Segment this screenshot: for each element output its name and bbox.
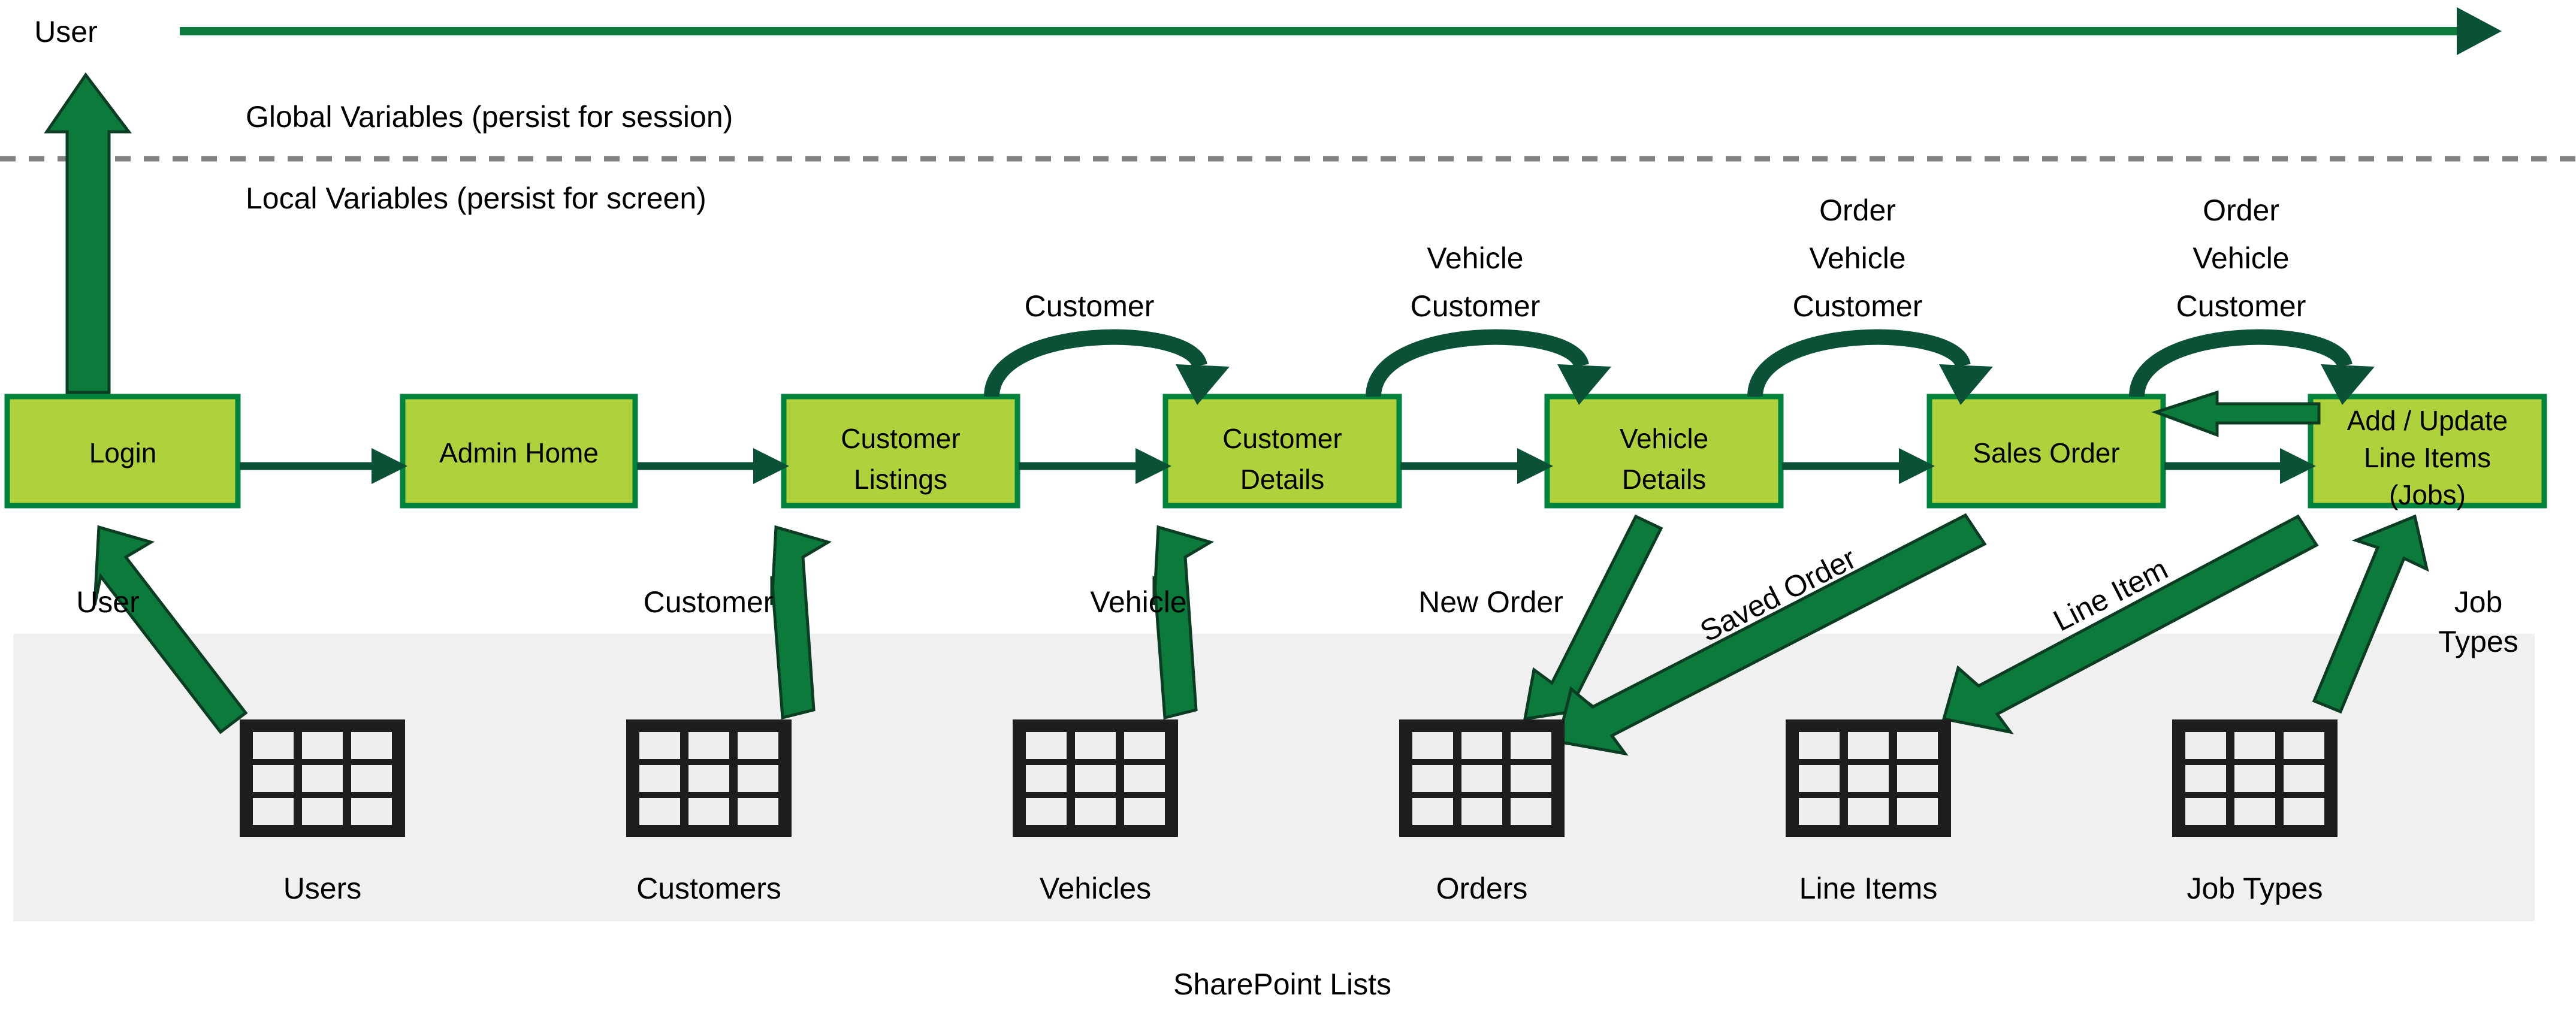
list-label-vehicles: Vehicles <box>1040 872 1151 905</box>
screen-label-line-items-3: (Jobs) <box>2389 479 2466 510</box>
line-items-to-sales-order-return-arrow <box>2151 390 2321 437</box>
screen-label-customer-details-2: Details <box>1240 464 1325 495</box>
screen-label-vehicle-details-1: Vehicle <box>1620 423 1708 454</box>
data-flow-label-new-order: New Order <box>1418 585 1563 619</box>
list-label-job-types: Job Types <box>2187 872 2323 905</box>
screen-flow-diagram: User Global Variables (persist for sessi… <box>0 0 2576 1022</box>
list-icon-vehicles[interactable] <box>1013 719 1178 837</box>
data-flow-label-vehicle: Vehicle <box>1090 585 1186 619</box>
list-label-customers: Customers <box>636 872 781 905</box>
local-variables-label: Local Variables (persist for screen) <box>246 182 706 215</box>
screen-label-customer-listings-1: Customer <box>841 423 960 454</box>
list-icon-orders[interactable] <box>1399 719 1565 837</box>
list-icon-users[interactable] <box>240 719 405 837</box>
variable-pass-label-vehicle: Vehicle <box>1427 241 1523 275</box>
data-flow-label-types: Types <box>2438 625 2518 658</box>
screen-label-line-items-2: Line Items <box>2364 442 2491 473</box>
variable-pass-label-customer-2: Customer <box>2176 289 2306 323</box>
screen-label-login: Login <box>89 437 157 468</box>
variable-pass-label-vehicle-1: Vehicle <box>1809 241 1905 275</box>
variable-pass-label-vehicle-2: Vehicle <box>2193 241 2289 275</box>
screen-label-admin-home: Admin Home <box>439 437 599 468</box>
login-to-user-arrow <box>44 72 132 394</box>
screen-label-vehicle-details-2: Details <box>1622 464 1707 495</box>
screen-label-sales-order: Sales Order <box>1973 437 2119 468</box>
variable-pass-label-order-2: Order <box>2203 193 2279 227</box>
data-flow-label-job: Job <box>2454 585 2503 619</box>
list-label-users: Users <box>283 872 362 905</box>
list-icon-customers[interactable] <box>626 719 792 837</box>
user-session-arrowhead <box>2457 7 2502 55</box>
diagram-footer-title: SharePoint Lists <box>1173 967 1391 1001</box>
list-icon-line-items[interactable] <box>1786 719 1951 837</box>
screen-label-line-items-1: Add / Update <box>2347 405 2508 436</box>
diagram-canvas: User Global Variables (persist for sessi… <box>0 7 2576 1001</box>
variable-pass-label-vehicle-customer: Customer <box>1411 289 1541 323</box>
top-user-label: User <box>34 15 98 49</box>
list-icon-job-types[interactable] <box>2172 719 2338 837</box>
screen-label-customer-listings-2: Listings <box>854 464 947 495</box>
global-variables-label: Global Variables (persist for session) <box>246 100 733 134</box>
variable-pass-label-customer: Customer <box>1025 289 1155 323</box>
list-label-line-items: Line Items <box>1799 872 1938 905</box>
variable-pass-label-order-1: Order <box>1819 193 1896 227</box>
screen-label-customer-details-1: Customer <box>1222 423 1342 454</box>
data-flow-label-user: User <box>76 585 140 619</box>
variable-pass-label-customer-1: Customer <box>1793 289 1923 323</box>
data-flow-label-customer: Customer <box>644 585 774 619</box>
list-label-orders: Orders <box>1436 872 1528 905</box>
